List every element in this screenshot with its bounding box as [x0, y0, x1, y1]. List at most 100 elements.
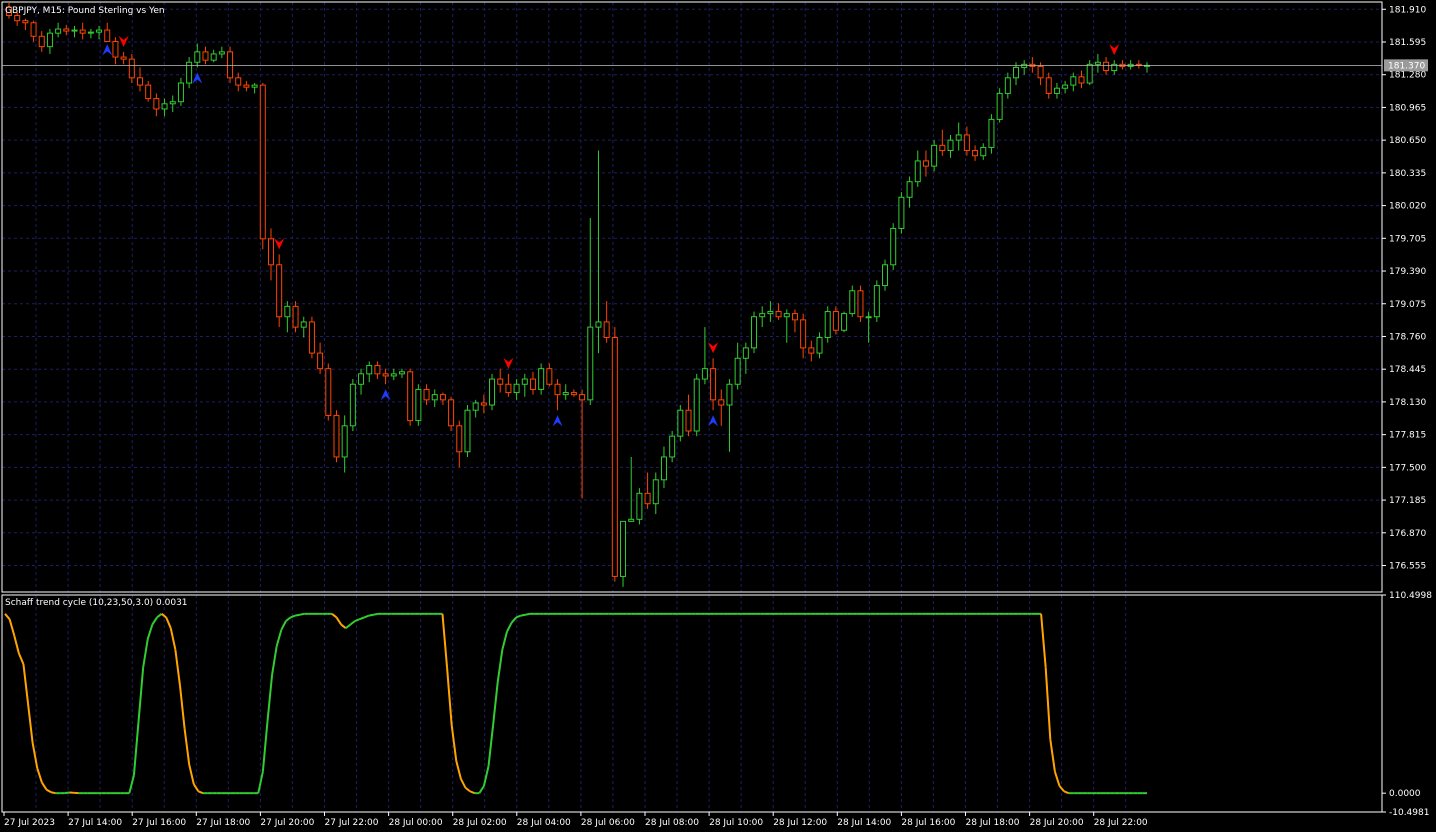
- candle-body: [341, 425, 348, 458]
- candle-body: [955, 134, 962, 141]
- stc-segment: [137, 667, 145, 722]
- candle-body: [407, 371, 414, 422]
- candle-body: [1070, 76, 1077, 86]
- candle-body: [120, 56, 127, 60]
- candle-body: [505, 383, 512, 394]
- candle-body: [865, 316, 872, 319]
- signal-arrows: [102, 35, 1120, 427]
- x-tick-label: 27 Jul 16:00: [132, 818, 186, 828]
- candle-body: [333, 414, 340, 458]
- candle-body: [775, 311, 782, 318]
- candle-body: [726, 383, 733, 406]
- candle: [284, 301, 291, 333]
- y-tick-label: 181.280: [1389, 71, 1426, 81]
- candle: [439, 392, 446, 406]
- candle: [276, 254, 283, 328]
- stc-segment: [285, 616, 292, 622]
- stc-segment: [271, 645, 278, 675]
- candle: [1086, 60, 1093, 86]
- candle-body: [300, 321, 307, 328]
- candle: [669, 430, 676, 463]
- candle: [865, 311, 872, 343]
- candle-body: [767, 311, 774, 315]
- y-tick-label: 180.650: [1389, 136, 1426, 146]
- stc-segment: [525, 612, 531, 616]
- candle: [882, 259, 889, 291]
- candle: [267, 228, 274, 281]
- candle-body: [546, 368, 553, 385]
- candle-body: [939, 144, 946, 152]
- candle: [546, 363, 553, 387]
- x-tick-label: 27 Jul 14:00: [68, 818, 122, 828]
- stc-segment: [22, 663, 30, 704]
- candle: [382, 368, 389, 385]
- stc-segment: [169, 627, 177, 650]
- candle-body: [431, 394, 438, 401]
- candle-body: [497, 378, 504, 385]
- candle: [1135, 60, 1142, 69]
- candle: [767, 301, 774, 322]
- stc-segment: [441, 613, 449, 668]
- sell-arrow-icon: [118, 35, 129, 47]
- candle-body: [669, 435, 676, 458]
- chart-canvas[interactable]: 181.910 181.595 181.280 180.965 180.650 180.3…: [0, 0, 1436, 832]
- candle: [71, 25, 78, 38]
- current-price-label: 181.370: [1388, 61, 1425, 71]
- candle-body: [1062, 84, 1069, 89]
- candle-body: [644, 492, 651, 505]
- candle-body: [742, 347, 749, 359]
- candle-body: [325, 368, 332, 416]
- candle-body: [1013, 66, 1020, 79]
- candle: [521, 373, 528, 397]
- candle: [1127, 60, 1134, 70]
- candle: [251, 83, 258, 94]
- candle-body: [996, 92, 1003, 120]
- y-tick-label: 180.020: [1389, 202, 1426, 212]
- candle-body: [693, 378, 700, 432]
- candle: [1103, 57, 1110, 75]
- candle-body: [914, 160, 921, 183]
- candle: [783, 309, 790, 343]
- candle-body: [849, 290, 856, 315]
- candle-body: [374, 365, 381, 375]
- candle: [947, 134, 954, 158]
- stc-segment: [8, 618, 16, 636]
- price-axis: 181.910 181.595 181.280 180.965 180.650 180.3…: [1382, 5, 1432, 818]
- candle-body: [308, 321, 315, 354]
- candle-body: [251, 84, 258, 88]
- stc-segment: [156, 613, 163, 619]
- candle-body: [55, 28, 62, 34]
- candle-body: [317, 352, 324, 370]
- stc-segment: [354, 618, 360, 622]
- candle: [660, 446, 667, 489]
- y-tick-label: 180.965: [1389, 103, 1426, 113]
- candle-body: [71, 29, 78, 32]
- candle: [1078, 70, 1085, 89]
- stc-segment: [1058, 785, 1065, 793]
- candlestick-series: [2, 3, 1382, 587]
- stc-segment: [501, 631, 508, 650]
- candle-body: [1004, 77, 1011, 94]
- candle: [194, 43, 201, 68]
- candle-body: [906, 181, 913, 198]
- stc-segment: [478, 785, 485, 794]
- stc-segment: [266, 674, 274, 722]
- stc-segment: [363, 614, 370, 619]
- x-tick-label: 28 Jul 10:00: [709, 818, 763, 828]
- candle-body: [718, 399, 725, 406]
- stc-segment: [151, 616, 158, 626]
- candle-body: [898, 196, 905, 229]
- candle-body: [980, 146, 987, 157]
- candle: [235, 72, 242, 92]
- candle-body: [972, 150, 979, 157]
- stc-segment: [446, 667, 453, 726]
- candle: [955, 122, 962, 151]
- candle-body: [96, 29, 103, 33]
- candle-body: [398, 371, 405, 375]
- stc-segment: [192, 783, 200, 792]
- candle: [177, 77, 184, 106]
- candle-body: [284, 305, 291, 318]
- x-tick-label: 28 Jul 18:00: [966, 818, 1020, 828]
- candle-body: [1086, 63, 1093, 84]
- sell-arrow-icon: [503, 357, 514, 369]
